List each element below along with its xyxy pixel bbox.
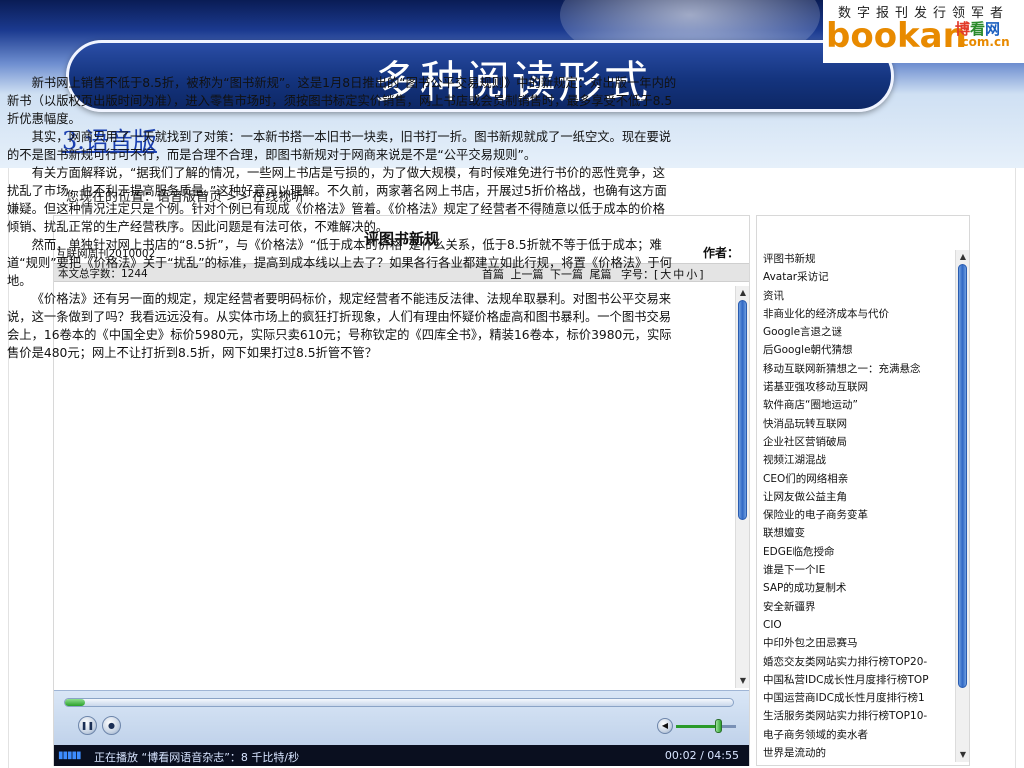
volume-knob[interactable] — [715, 719, 723, 733]
article-list-panel: 评图书新规 Avatar采访记 资讯 非商业化的经济成本与代价 Google言退之谜 后G… — [756, 215, 970, 766]
stop-button[interactable]: ● — [102, 716, 121, 735]
article-list-item[interactable]: 非商业化的经济成本与代价 — [763, 305, 949, 323]
playback-time: 00:02 / 04:55 — [664, 749, 739, 762]
seek-progress — [65, 699, 86, 706]
bookan-logo: 数字报刊发行领军者 bookan 博看网 .com.cn — [823, 0, 1024, 63]
article-list: 评图书新规 Avatar采访记 资讯 非商业化的经济成本与代价 Google言退之谜 后G… — [763, 250, 949, 762]
article-list-item[interactable]: EDGE临危授命 — [763, 543, 949, 561]
article-list-scrollbar[interactable]: ▲ ▼ — [955, 250, 969, 762]
article-list-item[interactable]: 谁是下一个IE — [763, 561, 949, 579]
player-status-bar: ▮▮▮▮▮ 正在播放 “博看网语音杂志”：8 千比特/秒 00:02 / 04:… — [54, 745, 749, 766]
font-size-close: ] — [699, 268, 704, 281]
article-paragraph: 有关方面解释说，“据我们了解的情况，一些网上书店是亏损的，为了做大规模，有时候难… — [7, 166, 667, 234]
article-list-item[interactable]: Avatar采访记 — [763, 268, 949, 286]
article-list-item[interactable]: 企业社区营销破局 — [763, 433, 949, 451]
equalizer-icon: ▮▮▮▮▮ — [58, 750, 81, 761]
article-scrollbar[interactable]: ▲ ▼ — [735, 286, 749, 688]
article-list-item[interactable]: 中印外包之田忌赛马 — [763, 634, 949, 652]
volume-level — [676, 725, 720, 728]
article-list-item[interactable]: SAP的成功复制术 — [763, 579, 949, 597]
volume-icon[interactable]: ◀ — [657, 718, 673, 734]
scroll-thumb[interactable] — [958, 264, 967, 688]
article-author-label: 作者： — [702, 246, 739, 260]
audio-player: ❚❚ ● ◀ ▮▮▮▮▮ 正在播放 “博看网语音杂志”：8 千比特/秒 00:0… — [54, 690, 749, 766]
scroll-thumb[interactable] — [738, 300, 747, 520]
article-list-item[interactable]: 婚恋交友类网站实力排行榜TOP20- — [763, 653, 949, 671]
article-list-item[interactable]: 诺基亚强攻移动互联网 — [763, 378, 949, 396]
article-list-item[interactable]: 移动互联网新猜想之一：充满悬念 — [763, 360, 949, 378]
article-list-item[interactable]: 让网友做公益主角 — [763, 488, 949, 506]
article-list-item[interactable]: 电子商务领域的卖水者 — [763, 726, 949, 744]
article-list-item[interactable]: CEO们的网络相亲 — [763, 470, 949, 488]
article-list-item[interactable]: 世界是流动的 — [763, 744, 949, 762]
article-list-item[interactable]: Google言退之谜 — [763, 323, 949, 341]
scroll-down-icon[interactable]: ▼ — [737, 675, 749, 687]
article-paragraph: 新书网上销售不低于8.5折，被称为“图书新规”。这是1月8日推出的“图书公平交易… — [7, 76, 677, 126]
article-paragraph: 《价格法》还有另一面的规定，规定经营者要明码标价，规定经营者不能违反法律、法规牟… — [7, 292, 672, 360]
article-paragraph: 其实，网商只用了一天就找到了对策：一本新书搭一本旧书一块卖，旧书打一折。图书新规… — [7, 130, 672, 162]
article-list-item[interactable]: 生活服务类网站实力排行榜TOP10- — [763, 707, 949, 725]
font-size-small[interactable]: 小 — [686, 268, 697, 281]
logo-brand: bookan — [826, 16, 967, 56]
volume-slider[interactable] — [676, 719, 736, 733]
article-list-item[interactable]: 视频江湖混战 — [763, 451, 949, 469]
article-list-item[interactable]: 中国运营商IDC成长性月度排行榜1 — [763, 689, 949, 707]
article-list-item[interactable]: 资讯 — [763, 287, 949, 305]
now-playing-text: 正在播放 “博看网语音杂志”：8 千比特/秒 — [94, 751, 300, 764]
article-list-item[interactable]: 快消品玩转互联网 — [763, 415, 949, 433]
scroll-down-icon[interactable]: ▼ — [957, 749, 969, 761]
article-paragraph: 然而，单独针对网上书店的“8.5折”，与《价格法》“低于成本的价格”是什么关系，… — [7, 238, 672, 288]
pause-button[interactable]: ❚❚ — [78, 716, 97, 735]
article-list-item[interactable]: 安全新疆界 — [763, 598, 949, 616]
article-list-item[interactable]: 联想嬗变 — [763, 524, 949, 542]
article-list-item[interactable]: 软件商店“圈地运动” — [763, 396, 949, 414]
article-list-item[interactable]: 评图书新规 — [763, 250, 949, 268]
scroll-up-icon[interactable]: ▲ — [957, 251, 969, 263]
seek-bar[interactable] — [64, 698, 734, 707]
logo-domain: .com.cn — [957, 35, 1010, 49]
article-list-item[interactable]: 保险业的电子商务变革 — [763, 506, 949, 524]
scroll-up-icon[interactable]: ▲ — [737, 287, 749, 299]
article-body: 新书网上销售不低于8.5折，被称为“图书新规”。这是1月8日推出的“图书公平交易… — [7, 74, 677, 476]
article-list-item[interactable]: 后Google朝代猜想 — [763, 341, 949, 359]
article-list-item[interactable]: CIO — [763, 616, 949, 634]
article-list-item[interactable]: 中国私营IDC成长性月度排行榜TOP — [763, 671, 949, 689]
